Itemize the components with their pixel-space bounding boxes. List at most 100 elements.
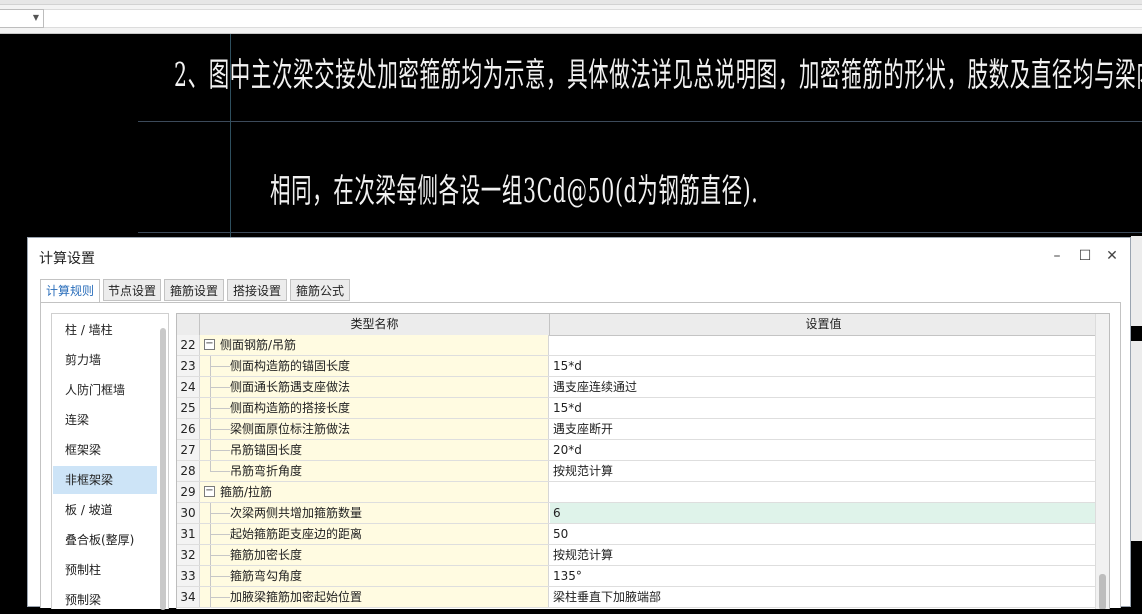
tree-line xyxy=(210,534,230,535)
type-name-cell: 次梁两侧共增加箍筋数量 xyxy=(200,503,549,523)
tree-line xyxy=(210,387,230,388)
setting-value-cell[interactable]: 梁柱垂直下加腋端部 xyxy=(550,587,1097,607)
type-name-cell: − 侧面钢筋/吊筋 xyxy=(200,335,549,355)
type-name-cell: 侧面通长筋遇支座做法 xyxy=(200,377,549,397)
list-item-civil-defense-wall[interactable]: 人防门框墙 xyxy=(53,376,157,404)
tab-stirrup-settings[interactable]: 箍筋设置 xyxy=(164,279,224,301)
table-row[interactable]: 28 吊筋弯折角度 按规范计算 xyxy=(177,461,1097,482)
table-row[interactable]: 23 侧面构造筋的锚固长度 15*d xyxy=(177,356,1097,377)
cad-drawing-area[interactable]: 2、图中主次梁交接处加密箍筋均为示意，具体做法详见总说明图，加密箍筋的形状，肢数… xyxy=(0,34,1142,244)
list-item-non-frame-beam[interactable]: 非框架梁 xyxy=(53,466,157,494)
item-label: 梁侧面原位标注筋做法 xyxy=(230,422,351,436)
type-name-cell: 箍筋加密长度 xyxy=(200,545,549,565)
type-name-cell: 加腋梁箍筋加密起始位置 xyxy=(200,587,549,607)
row-number: 29 xyxy=(177,482,200,502)
tab-lap-settings[interactable]: 搭接设置 xyxy=(227,279,287,301)
table-row[interactable]: 34 加腋梁箍筋加密起始位置 梁柱垂直下加腋端部 xyxy=(177,587,1097,608)
tree-line xyxy=(210,429,230,430)
cad-line xyxy=(138,232,1142,233)
collapse-icon[interactable]: − xyxy=(204,486,215,497)
list-item-column[interactable]: 柱 / 墙柱 xyxy=(53,316,157,344)
item-label: 次梁两侧共增加箍筋数量 xyxy=(230,506,363,520)
row-number: 31 xyxy=(177,524,200,544)
minimize-icon[interactable]: – xyxy=(1048,247,1066,265)
list-item-precast-beam[interactable]: 预制梁 xyxy=(53,586,157,614)
setting-value-cell[interactable]: 按规范计算 xyxy=(550,545,1097,565)
row-number: 34 xyxy=(177,587,200,607)
grid-scrollbar-thumb[interactable] xyxy=(1099,574,1106,609)
row-number: 28 xyxy=(177,461,200,481)
maximize-icon[interactable]: ☐ xyxy=(1076,247,1094,265)
type-name-cell: 侧面构造筋的锚固长度 xyxy=(200,356,549,376)
tree-line xyxy=(210,471,230,472)
setting-value-cell[interactable] xyxy=(550,482,1097,502)
table-row[interactable]: 30 次梁两侧共增加箍筋数量 6 xyxy=(177,503,1097,524)
setting-value-cell[interactable]: 20*d xyxy=(550,440,1097,460)
table-row[interactable]: 27 吊筋锚固长度 20*d xyxy=(177,440,1097,461)
background-panel xyxy=(1131,341,1142,541)
category-label: 箍筋/拉筋 xyxy=(220,485,273,499)
tree-line xyxy=(210,513,230,514)
list-scrollbar[interactable] xyxy=(160,328,166,610)
list-item-precast-column[interactable]: 预制柱 xyxy=(53,556,157,584)
table-row[interactable]: 32 箍筋加密长度 按规范计算 xyxy=(177,545,1097,566)
list-item-coupling-beam[interactable]: 连梁 xyxy=(53,406,157,434)
item-label: 吊筋锚固长度 xyxy=(230,443,303,457)
setting-value-cell[interactable]: 遇支座断开 xyxy=(550,419,1097,439)
table-row[interactable]: 33 箍筋弯勾角度 135° xyxy=(177,566,1097,587)
tab-stirrup-formula[interactable]: 箍筋公式 xyxy=(290,279,350,301)
close-icon[interactable]: ✕ xyxy=(1103,247,1121,265)
row-number: 26 xyxy=(177,419,200,439)
header-type-name: 类型名称 xyxy=(200,314,550,335)
setting-value-cell[interactable]: 15*d xyxy=(550,356,1097,376)
header-setting-value: 设置值 xyxy=(805,317,842,331)
list-item-slab-ramp[interactable]: 板 / 坡道 xyxy=(53,496,157,524)
table-row[interactable]: 24 侧面通长筋遇支座做法 遇支座连续通过 xyxy=(177,377,1097,398)
layer-combo[interactable]: ▼ xyxy=(0,9,44,28)
tree-line xyxy=(210,450,230,451)
item-label: 加腋梁箍筋加密起始位置 xyxy=(230,590,363,604)
row-number: 23 xyxy=(177,356,200,376)
setting-value-cell[interactable]: 135° xyxy=(550,566,1097,586)
table-row[interactable]: 31 起始箍筋距支座边的距离 50 xyxy=(177,524,1097,545)
row-number: 32 xyxy=(177,545,200,565)
grid-header: 类型名称 设置值 xyxy=(177,314,1097,336)
collapse-icon[interactable]: − xyxy=(204,339,215,350)
type-name-cell: 吊筋锚固长度 xyxy=(200,440,549,460)
type-name-cell: 侧面构造筋的搭接长度 xyxy=(200,398,549,418)
row-number: 25 xyxy=(177,398,200,418)
setting-value-cell[interactable]: 按规范计算 xyxy=(550,461,1097,481)
component-list: 柱 / 墙柱 剪力墙 人防门框墙 连梁 框架梁 非框架梁 板 / 坡道 叠合板(… xyxy=(51,313,169,610)
table-row[interactable]: 22 − 侧面钢筋/吊筋 xyxy=(177,335,1097,356)
table-row[interactable]: 25 侧面构造筋的搭接长度 15*d xyxy=(177,398,1097,419)
list-item-composite-slab[interactable]: 叠合板(整厚) xyxy=(53,526,157,554)
tree-line xyxy=(210,408,230,409)
background-panel xyxy=(1131,236,1142,326)
tree-line xyxy=(210,576,230,577)
list-item-frame-beam[interactable]: 框架梁 xyxy=(53,436,157,464)
setting-value-cell[interactable]: 6 xyxy=(550,503,1097,523)
row-number: 27 xyxy=(177,440,200,460)
category-label: 侧面钢筋/吊筋 xyxy=(220,338,297,352)
list-item-shear-wall[interactable]: 剪力墙 xyxy=(53,346,157,374)
grid-scrollbar[interactable] xyxy=(1095,314,1109,609)
table-row[interactable]: 29 − 箍筋/拉筋 xyxy=(177,482,1097,503)
row-number: 22 xyxy=(177,335,200,355)
setting-value-cell[interactable]: 遇支座连续通过 xyxy=(550,377,1097,397)
chevron-down-icon[interactable]: ▼ xyxy=(33,13,39,22)
row-number: 30 xyxy=(177,503,200,523)
item-label: 箍筋弯勾角度 xyxy=(230,569,303,583)
type-name-cell: 起始箍筋距支座边的距离 xyxy=(200,524,549,544)
row-number: 33 xyxy=(177,566,200,586)
type-name-cell: − 箍筋/拉筋 xyxy=(200,482,549,502)
setting-value-cell[interactable] xyxy=(550,335,1097,355)
tab-calc-rules[interactable]: 计算规则 xyxy=(40,279,100,304)
setting-value-cell[interactable]: 15*d xyxy=(550,398,1097,418)
tab-node-settings[interactable]: 节点设置 xyxy=(103,279,161,301)
item-label: 侧面构造筋的锚固长度 xyxy=(230,359,351,373)
table-row[interactable]: 26 梁侧面原位标注筋做法 遇支座断开 xyxy=(177,419,1097,440)
setting-value-cell[interactable]: 50 xyxy=(550,524,1097,544)
calc-settings-dialog: 计算设置 – ☐ ✕ 计算规则 节点设置 箍筋设置 搭接设置 箍筋公式 柱 / … xyxy=(27,237,1131,610)
cad-note-line-1: 2、图中主次梁交接处加密箍筋均为示意，具体做法详见总说明图，加密箍筋的形状，肢数… xyxy=(174,55,1142,94)
command-field[interactable] xyxy=(44,9,1142,28)
